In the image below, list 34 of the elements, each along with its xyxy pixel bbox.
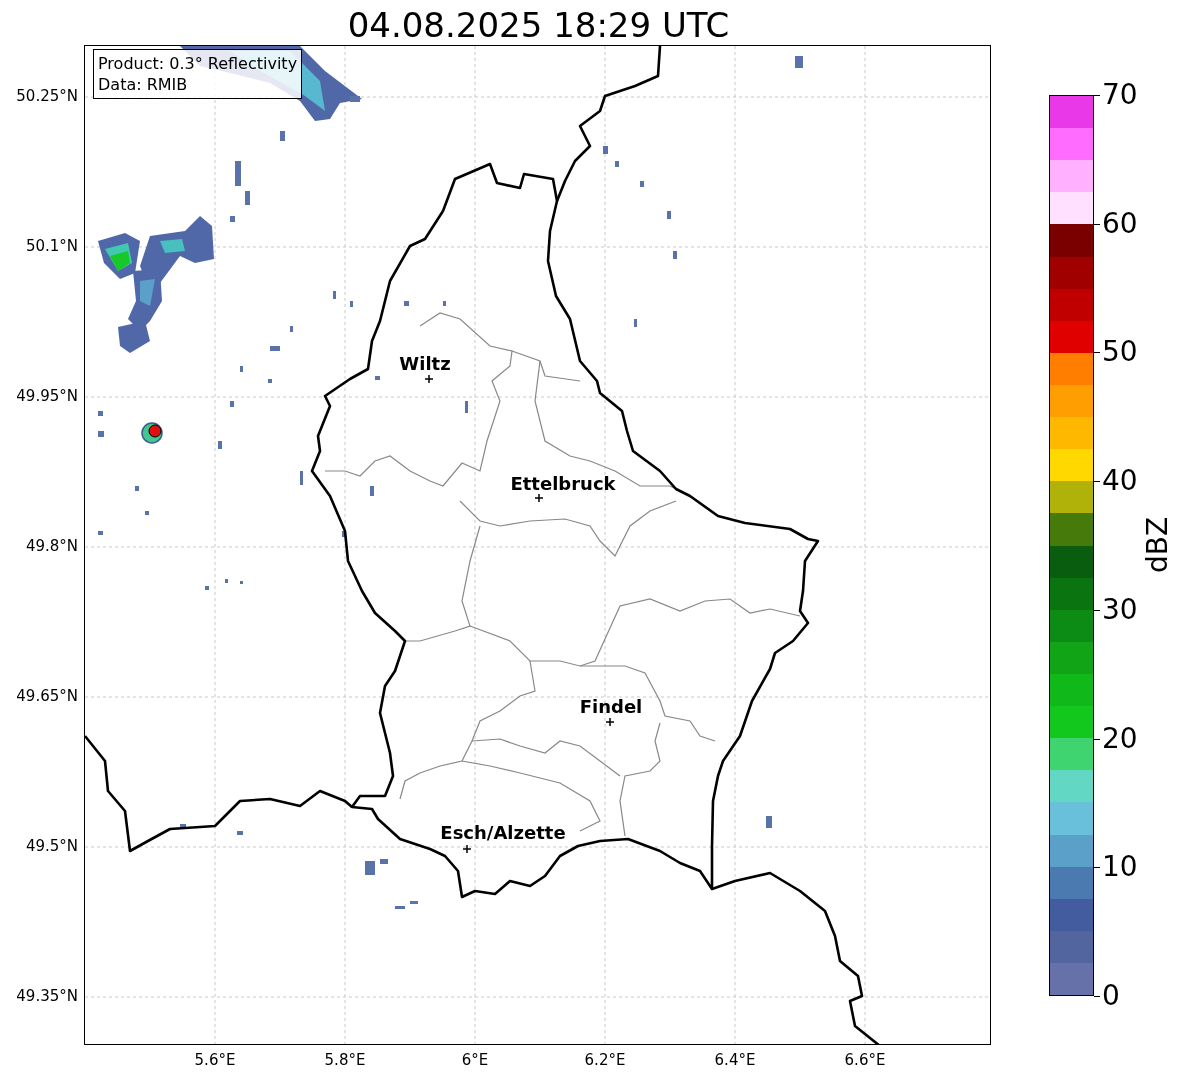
info-text: Product: 0.3° Reflectivity — [98, 53, 298, 74]
latitude-label: 49.8°N — [25, 537, 78, 555]
colorbar-tick-label: 0 — [1102, 981, 1120, 1011]
latitude-label: 49.5°N — [25, 837, 78, 855]
city-label: Esch/Alzette — [440, 821, 566, 843]
colorbar-tick-label: 40 — [1102, 466, 1138, 497]
latitude-label: 50.1°N — [25, 237, 78, 255]
city-label: Wiltz — [399, 352, 451, 374]
city-label: Ettelbruck — [510, 472, 616, 494]
colorbar-tick-label: 70 — [1102, 80, 1138, 110]
colorbar-tick-label: 10 — [1102, 852, 1138, 883]
city-label: Findel — [579, 695, 643, 717]
longitude-label: 6.2°E — [584, 1051, 626, 1069]
city-marker-icon — [424, 374, 434, 384]
colorbar-label: dBZ — [1140, 516, 1174, 574]
chart-title: 04.08.2025 18:29 UTC — [346, 5, 731, 45]
longitude-label: 6.6°E — [844, 1051, 886, 1069]
longitude-label: 6°E — [461, 1051, 489, 1069]
longitude-label: 5.6°E — [194, 1051, 236, 1069]
radar-site-icon — [141, 422, 163, 444]
latitude-label: 49.35°N — [16, 987, 78, 1005]
colorbar-tick-label: 50 — [1102, 337, 1138, 368]
latitude-label: 50.25°N — [16, 87, 78, 105]
longitude-label: 5.8°E — [324, 1051, 366, 1069]
latitude-label: 49.95°N — [16, 387, 78, 405]
latitude-label: 49.65°N — [16, 687, 78, 705]
colorbar-tick-label: 20 — [1102, 723, 1138, 754]
colorbar-tick-label: 30 — [1102, 594, 1138, 625]
city-marker-icon — [534, 493, 544, 503]
info-text: Data: RMIB — [98, 74, 189, 95]
longitude-label: 6.4°E — [714, 1051, 756, 1069]
city-marker-icon — [462, 844, 472, 854]
city-marker-icon — [605, 717, 615, 727]
colorbar-tick-label: 60 — [1102, 208, 1138, 239]
